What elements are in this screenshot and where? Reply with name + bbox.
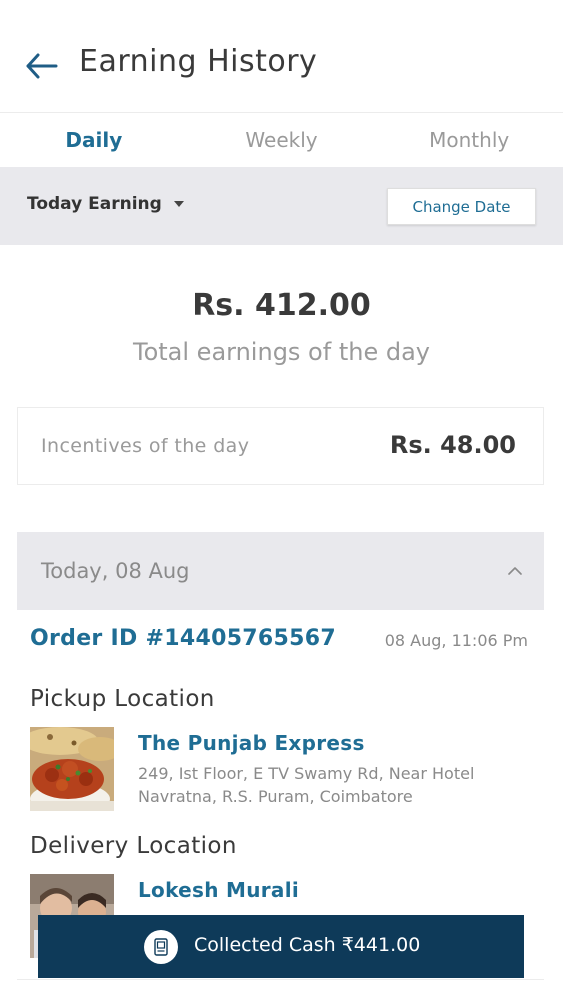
earning-history-screen: Earning History Daily Weekly Monthly Tod…	[0, 0, 563, 1000]
pickup-section-title: Pickup Location	[30, 686, 215, 712]
page-title: Earning History	[79, 44, 318, 79]
arrow-left-icon	[26, 53, 58, 79]
chevron-up-icon	[508, 567, 522, 575]
customer-name-link[interactable]: Lokesh Murali	[138, 878, 299, 902]
pickup-address-line1: 249, Ist Floor, E TV Swamy Rd, Near Hote…	[138, 764, 475, 783]
order-id-link[interactable]: Order ID #14405765567	[30, 626, 336, 651]
collected-cash-button[interactable]: Collected Cash ₹441.00	[38, 915, 524, 978]
tab-weekly[interactable]: Weekly	[188, 114, 376, 167]
app-header: Earning History	[0, 0, 563, 113]
incentive-card: Incentives of the day Rs. 48.00	[17, 407, 544, 485]
change-date-button[interactable]: Change Date	[387, 188, 536, 225]
filter-bar: Today Earning Change Date	[0, 167, 563, 245]
order-timestamp: 08 Aug, 11:06 Pm	[384, 631, 528, 650]
earning-filter-dropdown[interactable]: Today Earning	[27, 194, 184, 214]
period-tabs: Daily Weekly Monthly	[0, 114, 563, 167]
incentive-label: Incentives of the day	[41, 435, 250, 457]
restaurant-name-link[interactable]: The Punjab Express	[138, 731, 365, 755]
day-group-label: Today, 08 Aug	[41, 559, 190, 583]
earning-filter-label: Today Earning	[27, 194, 162, 214]
back-button[interactable]	[22, 46, 62, 86]
collected-cash-label: Collected Cash ₹441.00	[194, 934, 421, 956]
pickup-address-line2: Navratna, R.S. Puram, Coimbatore	[138, 787, 413, 806]
total-earnings-amount: Rs. 412.00	[192, 288, 371, 323]
food-image	[30, 727, 114, 811]
list-divider	[17, 979, 544, 980]
cash-icon	[144, 930, 178, 964]
tab-daily[interactable]: Daily	[0, 114, 188, 167]
day-group-header[interactable]: Today, 08 Aug	[17, 532, 544, 610]
total-earnings-caption: Total earnings of the day	[133, 338, 430, 366]
incentive-amount: Rs. 48.00	[389, 431, 516, 459]
delivery-section-title: Delivery Location	[30, 833, 237, 859]
caret-down-icon	[173, 201, 184, 207]
tab-monthly[interactable]: Monthly	[375, 114, 563, 167]
restaurant-thumbnail	[30, 727, 114, 811]
